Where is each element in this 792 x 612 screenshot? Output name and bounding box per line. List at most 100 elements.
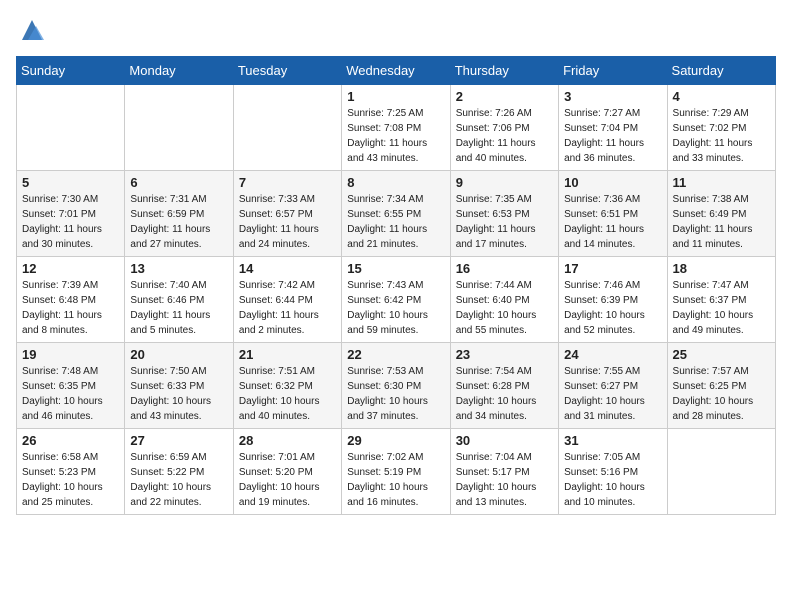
cell-content: Sunrise: 7:44 AMSunset: 6:40 PMDaylight:… xyxy=(456,278,553,338)
cell-content: Sunrise: 7:26 AMSunset: 7:06 PMDaylight:… xyxy=(456,106,553,166)
calendar-cell: 24 Sunrise: 7:55 AMSunset: 6:27 PMDayligh… xyxy=(559,343,667,429)
calendar-week-row: 26Sunrise: 6:58 AMSunset: 5:23 PMDayligh… xyxy=(17,429,776,515)
page-header xyxy=(16,16,776,44)
calendar-cell: 10 Sunrise: 7:36 AMSunset: 6:51 PMDayligh… xyxy=(559,171,667,257)
cell-content: Sunrise: 7:36 AMSunset: 6:51 PMDaylight:… xyxy=(564,192,661,252)
calendar-cell: 21 Sunrise: 7:51 AMSunset: 6:32 PMDayligh… xyxy=(233,343,341,429)
cell-content: Sunrise: 7:38 AMSunset: 6:49 PMDaylight:… xyxy=(673,192,770,252)
cell-content: Sunrise: 7:02 AMSunset: 5:19 PMDaylight:… xyxy=(347,450,444,510)
calendar-cell: 26Sunrise: 6:58 AMSunset: 5:23 PMDayligh… xyxy=(17,429,125,515)
calendar-cell: 23 Sunrise: 7:54 AMSunset: 6:28 PMDayligh… xyxy=(450,343,558,429)
calendar-cell: 8 Sunrise: 7:34 AMSunset: 6:55 PMDaylight… xyxy=(342,171,450,257)
day-number: 25 xyxy=(673,347,770,362)
cell-content: Sunrise: 7:53 AMSunset: 6:30 PMDaylight:… xyxy=(347,364,444,424)
calendar-week-row: 5 Sunrise: 7:30 AMSunset: 7:01 PMDaylight… xyxy=(17,171,776,257)
day-number: 27 xyxy=(130,433,227,448)
cell-content: Sunrise: 7:51 AMSunset: 6:32 PMDaylight:… xyxy=(239,364,336,424)
cell-content: Sunrise: 7:29 AMSunset: 7:02 PMDaylight:… xyxy=(673,106,770,166)
day-number: 16 xyxy=(456,261,553,276)
day-number: 1 xyxy=(347,89,444,104)
calendar-week-row: 19 Sunrise: 7:48 AMSunset: 6:35 PMDayligh… xyxy=(17,343,776,429)
calendar-cell: 19 Sunrise: 7:48 AMSunset: 6:35 PMDayligh… xyxy=(17,343,125,429)
calendar-cell xyxy=(233,85,341,171)
day-number: 28 xyxy=(239,433,336,448)
logo-icon xyxy=(18,16,46,44)
day-of-week-header: Saturday xyxy=(667,57,775,85)
calendar-cell: 30 Sunrise: 7:04 AMSunset: 5:17 PMDayligh… xyxy=(450,429,558,515)
day-of-week-header: Wednesday xyxy=(342,57,450,85)
day-of-week-header: Tuesday xyxy=(233,57,341,85)
cell-content: Sunrise: 7:54 AMSunset: 6:28 PMDaylight:… xyxy=(456,364,553,424)
day-number: 9 xyxy=(456,175,553,190)
calendar-header-row: SundayMondayTuesdayWednesdayThursdayFrid… xyxy=(17,57,776,85)
calendar-cell: 13Sunrise: 7:40 AMSunset: 6:46 PMDayligh… xyxy=(125,257,233,343)
calendar-cell: 16 Sunrise: 7:44 AMSunset: 6:40 PMDayligh… xyxy=(450,257,558,343)
day-number: 10 xyxy=(564,175,661,190)
calendar-cell: 5 Sunrise: 7:30 AMSunset: 7:01 PMDaylight… xyxy=(17,171,125,257)
calendar-cell: 22 Sunrise: 7:53 AMSunset: 6:30 PMDayligh… xyxy=(342,343,450,429)
cell-content: Sunrise: 7:05 AMSunset: 5:16 PMDaylight:… xyxy=(564,450,661,510)
day-number: 31 xyxy=(564,433,661,448)
calendar-cell: 28 Sunrise: 7:01 AMSunset: 5:20 PMDayligh… xyxy=(233,429,341,515)
cell-content: Sunrise: 7:27 AMSunset: 7:04 PMDaylight:… xyxy=(564,106,661,166)
day-number: 23 xyxy=(456,347,553,362)
calendar-cell: 29 Sunrise: 7:02 AMSunset: 5:19 PMDayligh… xyxy=(342,429,450,515)
calendar-cell: 31 Sunrise: 7:05 AMSunset: 5:16 PMDayligh… xyxy=(559,429,667,515)
calendar-cell: 14Sunrise: 7:42 AMSunset: 6:44 PMDayligh… xyxy=(233,257,341,343)
calendar-cell xyxy=(125,85,233,171)
day-of-week-header: Friday xyxy=(559,57,667,85)
day-number: 11 xyxy=(673,175,770,190)
day-number: 18 xyxy=(673,261,770,276)
cell-content: Sunrise: 7:57 AMSunset: 6:25 PMDaylight:… xyxy=(673,364,770,424)
cell-content: Sunrise: 7:35 AMSunset: 6:53 PMDaylight:… xyxy=(456,192,553,252)
day-of-week-header: Thursday xyxy=(450,57,558,85)
day-number: 5 xyxy=(22,175,119,190)
day-number: 15 xyxy=(347,261,444,276)
calendar-cell: 2Sunrise: 7:26 AMSunset: 7:06 PMDaylight… xyxy=(450,85,558,171)
cell-content: Sunrise: 7:25 AMSunset: 7:08 PMDaylight:… xyxy=(347,106,444,166)
cell-content: Sunrise: 7:47 AMSunset: 6:37 PMDaylight:… xyxy=(673,278,770,338)
calendar-cell xyxy=(667,429,775,515)
day-number: 30 xyxy=(456,433,553,448)
day-number: 21 xyxy=(239,347,336,362)
cell-content: Sunrise: 7:48 AMSunset: 6:35 PMDaylight:… xyxy=(22,364,119,424)
day-number: 4 xyxy=(673,89,770,104)
calendar-cell: 9 Sunrise: 7:35 AMSunset: 6:53 PMDaylight… xyxy=(450,171,558,257)
day-of-week-header: Monday xyxy=(125,57,233,85)
day-number: 6 xyxy=(130,175,227,190)
calendar-cell: 15 Sunrise: 7:43 AMSunset: 6:42 PMDayligh… xyxy=(342,257,450,343)
day-number: 29 xyxy=(347,433,444,448)
calendar-cell: 27 Sunrise: 6:59 AMSunset: 5:22 PMDayligh… xyxy=(125,429,233,515)
cell-content: Sunrise: 7:55 AMSunset: 6:27 PMDaylight:… xyxy=(564,364,661,424)
cell-content: Sunrise: 7:46 AMSunset: 6:39 PMDaylight:… xyxy=(564,278,661,338)
day-of-week-header: Sunday xyxy=(17,57,125,85)
calendar-week-row: 1 Sunrise: 7:25 AMSunset: 7:08 PMDaylight… xyxy=(17,85,776,171)
cell-content: Sunrise: 7:40 AMSunset: 6:46 PMDaylight:… xyxy=(130,278,227,338)
day-number: 22 xyxy=(347,347,444,362)
calendar-cell: 7Sunrise: 7:33 AMSunset: 6:57 PMDaylight… xyxy=(233,171,341,257)
cell-content: Sunrise: 7:43 AMSunset: 6:42 PMDaylight:… xyxy=(347,278,444,338)
calendar-table: SundayMondayTuesdayWednesdayThursdayFrid… xyxy=(16,56,776,515)
day-number: 24 xyxy=(564,347,661,362)
calendar-cell: 11 Sunrise: 7:38 AMSunset: 6:49 PMDayligh… xyxy=(667,171,775,257)
cell-content: Sunrise: 6:58 AMSunset: 5:23 PMDaylight:… xyxy=(22,450,119,510)
calendar-cell xyxy=(17,85,125,171)
day-number: 19 xyxy=(22,347,119,362)
cell-content: Sunrise: 7:34 AMSunset: 6:55 PMDaylight:… xyxy=(347,192,444,252)
day-number: 3 xyxy=(564,89,661,104)
calendar-cell: 6 Sunrise: 7:31 AMSunset: 6:59 PMDaylight… xyxy=(125,171,233,257)
cell-content: Sunrise: 7:01 AMSunset: 5:20 PMDaylight:… xyxy=(239,450,336,510)
day-number: 8 xyxy=(347,175,444,190)
calendar-cell: 18 Sunrise: 7:47 AMSunset: 6:37 PMDayligh… xyxy=(667,257,775,343)
day-number: 14 xyxy=(239,261,336,276)
calendar-cell: 17 Sunrise: 7:46 AMSunset: 6:39 PMDayligh… xyxy=(559,257,667,343)
cell-content: Sunrise: 7:39 AMSunset: 6:48 PMDaylight:… xyxy=(22,278,119,338)
day-number: 7 xyxy=(239,175,336,190)
day-number: 20 xyxy=(130,347,227,362)
cell-content: Sunrise: 6:59 AMSunset: 5:22 PMDaylight:… xyxy=(130,450,227,510)
cell-content: Sunrise: 7:04 AMSunset: 5:17 PMDaylight:… xyxy=(456,450,553,510)
cell-content: Sunrise: 7:30 AMSunset: 7:01 PMDaylight:… xyxy=(22,192,119,252)
day-number: 17 xyxy=(564,261,661,276)
calendar-cell: 3 Sunrise: 7:27 AMSunset: 7:04 PMDaylight… xyxy=(559,85,667,171)
cell-content: Sunrise: 7:31 AMSunset: 6:59 PMDaylight:… xyxy=(130,192,227,252)
